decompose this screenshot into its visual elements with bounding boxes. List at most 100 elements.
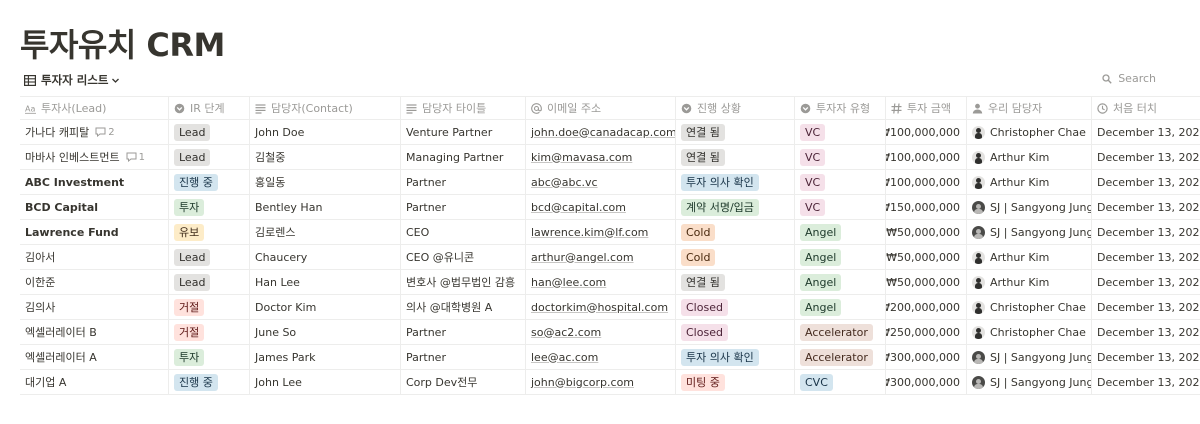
- investor-type-cell[interactable]: CVC: [794, 370, 885, 394]
- comment-count[interactable]: 1: [126, 152, 145, 163]
- amount-cell[interactable]: ₩50,000,000: [885, 220, 966, 244]
- column-header[interactable]: 담당자(Contact): [249, 97, 400, 119]
- email-cell[interactable]: john.doe@canadacap.com: [525, 120, 675, 144]
- amount-cell[interactable]: ₩300,000,000: [885, 370, 966, 394]
- status-cell[interactable]: 계약 서명/입금: [675, 195, 794, 219]
- contact-title-cell[interactable]: Partner: [400, 195, 525, 219]
- amount-cell[interactable]: ₩100,000,000: [885, 120, 966, 144]
- column-header[interactable]: 진행 상황: [675, 97, 794, 119]
- contact-cell[interactable]: James Park: [249, 345, 400, 369]
- company-cell[interactable]: 가나다 캐피탈 2: [20, 120, 168, 144]
- contact-cell[interactable]: Doctor Kim: [249, 295, 400, 319]
- column-header[interactable]: 우리 담당자: [966, 97, 1091, 119]
- status-cell[interactable]: 연결 됨: [675, 145, 794, 169]
- contact-title-cell[interactable]: 의사 @대학병원 A: [400, 295, 525, 319]
- column-header[interactable]: 이메일 주소: [525, 97, 675, 119]
- first-touch-cell[interactable]: December 13, 2021 2:5: [1091, 170, 1200, 194]
- status-cell[interactable]: 연결 됨: [675, 120, 794, 144]
- email-cell[interactable]: kim@mavasa.com: [525, 145, 675, 169]
- first-touch-cell[interactable]: December 13, 2021 4:0: [1091, 345, 1200, 369]
- email-cell[interactable]: arthur@angel.com: [525, 245, 675, 269]
- amount-cell[interactable]: ₩50,000,000: [885, 270, 966, 294]
- ir-stage-cell[interactable]: Lead: [168, 270, 249, 294]
- first-touch-cell[interactable]: December 13, 2021 2:5: [1091, 145, 1200, 169]
- status-cell[interactable]: Closed: [675, 295, 794, 319]
- status-cell[interactable]: 투자 의사 확인: [675, 345, 794, 369]
- company-cell[interactable]: BCD Capital: [20, 195, 168, 219]
- table-row[interactable]: Lawrence Fund 유보 김로렌스 CEO lawrence.kim@lf.co…: [20, 220, 1200, 245]
- owner-cell[interactable]: SJ | Sangyong Jung: [966, 370, 1091, 394]
- owner-cell[interactable]: SJ | Sangyong Jung: [966, 220, 1091, 244]
- email-cell[interactable]: so@ac2.com: [525, 320, 675, 344]
- status-cell[interactable]: Cold: [675, 220, 794, 244]
- ir-stage-cell[interactable]: 거절: [168, 320, 249, 344]
- company-cell[interactable]: 이한준: [20, 270, 168, 294]
- table-row[interactable]: 김의사 거절 Doctor Kim 의사 @대학병원 A doctorkim@hospi…: [20, 295, 1200, 320]
- contact-cell[interactable]: Han Lee: [249, 270, 400, 294]
- first-touch-cell[interactable]: December 13, 2021 4:0: [1091, 320, 1200, 344]
- owner-cell[interactable]: Christopher Chae: [966, 320, 1091, 344]
- ir-stage-cell[interactable]: 투자: [168, 345, 249, 369]
- company-cell[interactable]: 마바사 인베스트먼트 1: [20, 145, 168, 169]
- email-cell[interactable]: doctorkim@hospital.com: [525, 295, 675, 319]
- table-row[interactable]: 대기업 A 진행 중 John Lee Corp Dev전무 john@bigcorp.…: [20, 370, 1200, 395]
- ir-stage-cell[interactable]: Lead: [168, 245, 249, 269]
- amount-cell[interactable]: ₩150,000,000: [885, 195, 966, 219]
- investor-type-cell[interactable]: Angel: [794, 220, 885, 244]
- ir-stage-cell[interactable]: Lead: [168, 145, 249, 169]
- contact-cell[interactable]: 홍일동: [249, 170, 400, 194]
- contact-title-cell[interactable]: Venture Partner: [400, 120, 525, 144]
- contact-cell[interactable]: John Doe: [249, 120, 400, 144]
- email-cell[interactable]: abc@abc.vc: [525, 170, 675, 194]
- column-header[interactable]: 담당자 타이틀: [400, 97, 525, 119]
- contact-title-cell[interactable]: 변호사 @법무법인 감흥: [400, 270, 525, 294]
- ir-stage-cell[interactable]: 유보: [168, 220, 249, 244]
- company-cell[interactable]: 김아서: [20, 245, 168, 269]
- contact-cell[interactable]: 김로렌스: [249, 220, 400, 244]
- search-button[interactable]: Search: [1102, 72, 1156, 85]
- contact-title-cell[interactable]: CEO @유니콘: [400, 245, 525, 269]
- owner-cell[interactable]: SJ | Sangyong Jung: [966, 345, 1091, 369]
- status-cell[interactable]: Closed: [675, 320, 794, 344]
- contact-title-cell[interactable]: Managing Partner: [400, 145, 525, 169]
- contact-title-cell[interactable]: Corp Dev전무: [400, 370, 525, 394]
- contact-title-cell[interactable]: Partner: [400, 170, 525, 194]
- amount-cell[interactable]: ₩100,000,000: [885, 145, 966, 169]
- first-touch-cell[interactable]: December 13, 2021 4:0: [1091, 370, 1200, 394]
- first-touch-cell[interactable]: December 13, 2021 4:0: [1091, 270, 1200, 294]
- first-touch-cell[interactable]: December 13, 2021 4:0: [1091, 295, 1200, 319]
- email-cell[interactable]: john@bigcorp.com: [525, 370, 675, 394]
- email-cell[interactable]: bcd@capital.com: [525, 195, 675, 219]
- column-header[interactable]: Aa 투자사(Lead): [20, 97, 168, 119]
- first-touch-cell[interactable]: December 13, 2021 4:0: [1091, 195, 1200, 219]
- column-header[interactable]: 투자자 유형: [794, 97, 885, 119]
- contact-title-cell[interactable]: Partner: [400, 345, 525, 369]
- email-cell[interactable]: han@lee.com: [525, 270, 675, 294]
- owner-cell[interactable]: Arthur Kim: [966, 245, 1091, 269]
- table-row[interactable]: BCD Capital 투자 Bentley Han Partner bcd@capit…: [20, 195, 1200, 220]
- amount-cell[interactable]: ₩100,000,000: [885, 170, 966, 194]
- status-cell[interactable]: Cold: [675, 245, 794, 269]
- ir-stage-cell[interactable]: Lead: [168, 120, 249, 144]
- amount-cell[interactable]: ₩50,000,000: [885, 245, 966, 269]
- investor-type-cell[interactable]: Angel: [794, 245, 885, 269]
- company-cell[interactable]: 김의사: [20, 295, 168, 319]
- investor-type-cell[interactable]: Accelerator: [794, 320, 885, 344]
- contact-title-cell[interactable]: Partner: [400, 320, 525, 344]
- investor-type-cell[interactable]: Accelerator: [794, 345, 885, 369]
- owner-cell[interactable]: Arthur Kim: [966, 170, 1091, 194]
- investor-type-cell[interactable]: Angel: [794, 295, 885, 319]
- table-row[interactable]: 가나다 캐피탈 2 Lead John Doe Venture Partner john.…: [20, 120, 1200, 145]
- table-row[interactable]: 엑셀러레이터 A 투자 James Park Partner lee@ac.com 투자 …: [20, 345, 1200, 370]
- company-cell[interactable]: Lawrence Fund: [20, 220, 168, 244]
- owner-cell[interactable]: Christopher Chae: [966, 120, 1091, 144]
- table-row[interactable]: 엑셀러레이터 B 거절 June So Partner so@ac2.com Closed…: [20, 320, 1200, 345]
- first-touch-cell[interactable]: December 13, 2021 2:5: [1091, 120, 1200, 144]
- status-cell[interactable]: 연결 됨: [675, 270, 794, 294]
- table-row[interactable]: 김아서 Lead Chaucery CEO @유니콘 arthur@angel.com C…: [20, 245, 1200, 270]
- owner-cell[interactable]: Arthur Kim: [966, 270, 1091, 294]
- ir-stage-cell[interactable]: 투자: [168, 195, 249, 219]
- company-cell[interactable]: 대기업 A: [20, 370, 168, 394]
- table-row[interactable]: 마바사 인베스트먼트 1 Lead 김철중 Managing Partner kim@ma…: [20, 145, 1200, 170]
- table-row[interactable]: ABC Investment 진행 중 홍일동 Partner abc@abc.vc 투자…: [20, 170, 1200, 195]
